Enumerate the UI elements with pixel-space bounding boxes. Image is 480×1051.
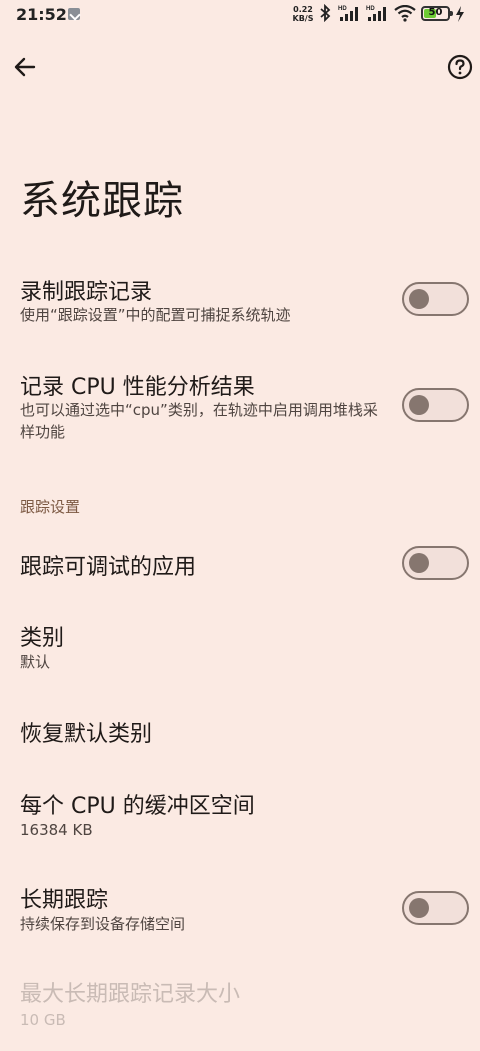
svg-text:HD: HD [338,6,347,12]
record-cpu-profile-subtitle: 也可以通过选中“cpu”类别，在轨迹中启用调用堆栈采样功能 [20,401,378,441]
max-long-trace-size-row: 最大长期跟踪记录大小 10 GB [0,972,480,1038]
record-cpu-profile-toggle[interactable] [402,388,469,422]
status-time: 21:52 [16,5,67,24]
buffer-size-title: 每个 CPU 的缓冲区空间 [20,794,255,819]
long-traces-row[interactable]: 长期跟踪 持续保存到设备存储空间 [0,878,480,944]
restore-default-categories-title: 恢复默认类别 [20,722,153,747]
help-circle-icon [447,54,473,80]
buffer-size-row[interactable]: 每个 CPU 的缓冲区空间 16384 KB [0,784,480,844]
back-button[interactable] [8,50,42,84]
trace-debuggable-apps-title: 跟踪可调试的应用 [20,555,197,580]
wifi-icon [394,5,416,22]
restore-default-categories-row[interactable]: 恢复默认类别 [0,706,480,756]
max-long-trace-size-title: 最大长期跟踪记录大小 [20,982,241,1007]
record-trace-toggle[interactable] [402,282,469,316]
charging-bolt-icon [456,6,464,22]
record-cpu-profile-title: 记录 CPU 性能分析结果 [20,375,255,400]
categories-row[interactable]: 类别 默认 [0,616,480,676]
arrow-left-icon [14,57,36,77]
battery-level: 50 [428,7,443,18]
app-bar [0,42,480,92]
categories-title: 类别 [20,626,65,651]
record-trace-title: 录制跟踪记录 [20,280,153,305]
long-traces-toggle[interactable] [402,891,469,925]
signal-icon: HD [338,6,358,21]
battery-icon: 50 [421,6,453,21]
buffer-size-subtitle: 16384 KB [20,821,93,839]
long-traces-subtitle: 持续保存到设备存储空间 [20,915,186,933]
signal-icon-2: HD [366,6,386,21]
max-long-trace-size-subtitle: 10 GB [20,1011,66,1029]
page-title: 系统跟踪 [20,178,184,224]
network-speed: 0.22 KB/S [290,5,316,23]
help-button[interactable] [443,50,477,84]
record-trace-subtitle: 使用“跟踪设置”中的配置可捕捉系统轨迹 [20,306,291,324]
categories-subtitle: 默认 [20,653,51,671]
network-speed-unit: KB/S [292,14,314,23]
trace-debuggable-apps-toggle[interactable] [402,546,469,580]
record-cpu-profile-row[interactable]: 记录 CPU 性能分析结果 也可以通过选中“cpu”类别，在轨迹中启用调用堆栈采… [0,366,480,456]
status-bar: 21:52 0.22 KB/S HD HD 50 [0,0,480,30]
record-trace-row[interactable]: 录制跟踪记录 使用“跟踪设置”中的配置可捕捉系统轨迹 [0,270,480,340]
trace-debuggable-apps-row[interactable]: 跟踪可调试的应用 [0,540,480,590]
svg-text:HD: HD [366,6,375,12]
trace-settings-section-header: 跟踪设置 [20,498,81,516]
notification-icon [68,8,80,20]
network-speed-value: 0.22 [293,5,313,14]
bluetooth-icon [320,4,331,22]
long-traces-title: 长期跟踪 [20,888,109,913]
